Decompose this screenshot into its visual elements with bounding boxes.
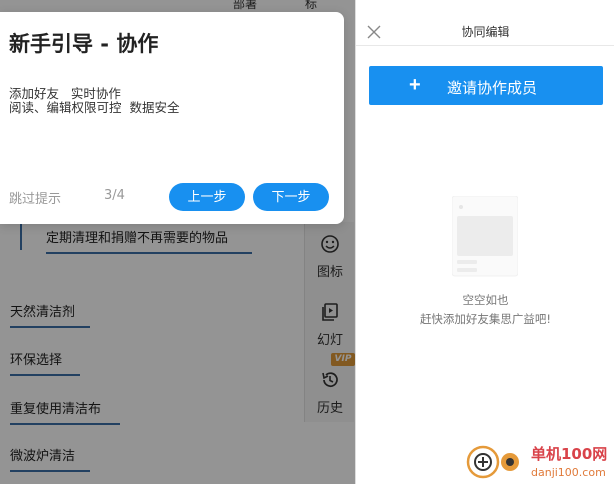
panel-title: 协同编辑 [461, 25, 510, 39]
guide-description: 添加好友 实时协作 阅读、编辑权限可控 数据安全 [9, 86, 180, 115]
invite-label: 邀请协作成员 [447, 80, 538, 97]
empty-state-title: 空空如也 [462, 293, 509, 307]
skip-tips-link[interactable]: 跳过提示 [9, 188, 61, 207]
watermark-url: danji100.com [531, 466, 606, 479]
invite-collaborators-button[interactable]: + 邀请协作成员 [369, 66, 603, 105]
watermark-text: 单机100网 [531, 445, 608, 463]
empty-state-subtitle: 赶快添加好友集思广益吧! [419, 312, 552, 326]
onboarding-guide-dialog: 新手引导 - 协作 添加好友 实时协作 阅读、编辑权限可控 数据安全 跳过提示 … [0, 12, 344, 224]
panel-header: 协同编辑 [356, 0, 614, 46]
previous-step-button[interactable]: 上一步 [169, 183, 245, 211]
collaboration-panel: 协同编辑 + 邀请协作成员 空空如也 赶快添加好友集思广益吧! [355, 0, 614, 484]
guide-title: 新手引导 - 协作 [9, 32, 159, 56]
empty-state-illustration-icon [451, 195, 519, 278]
step-indicator: 3/4 [104, 188, 125, 203]
next-step-button[interactable]: 下一步 [253, 183, 329, 211]
plus-icon: + [409, 74, 421, 96]
